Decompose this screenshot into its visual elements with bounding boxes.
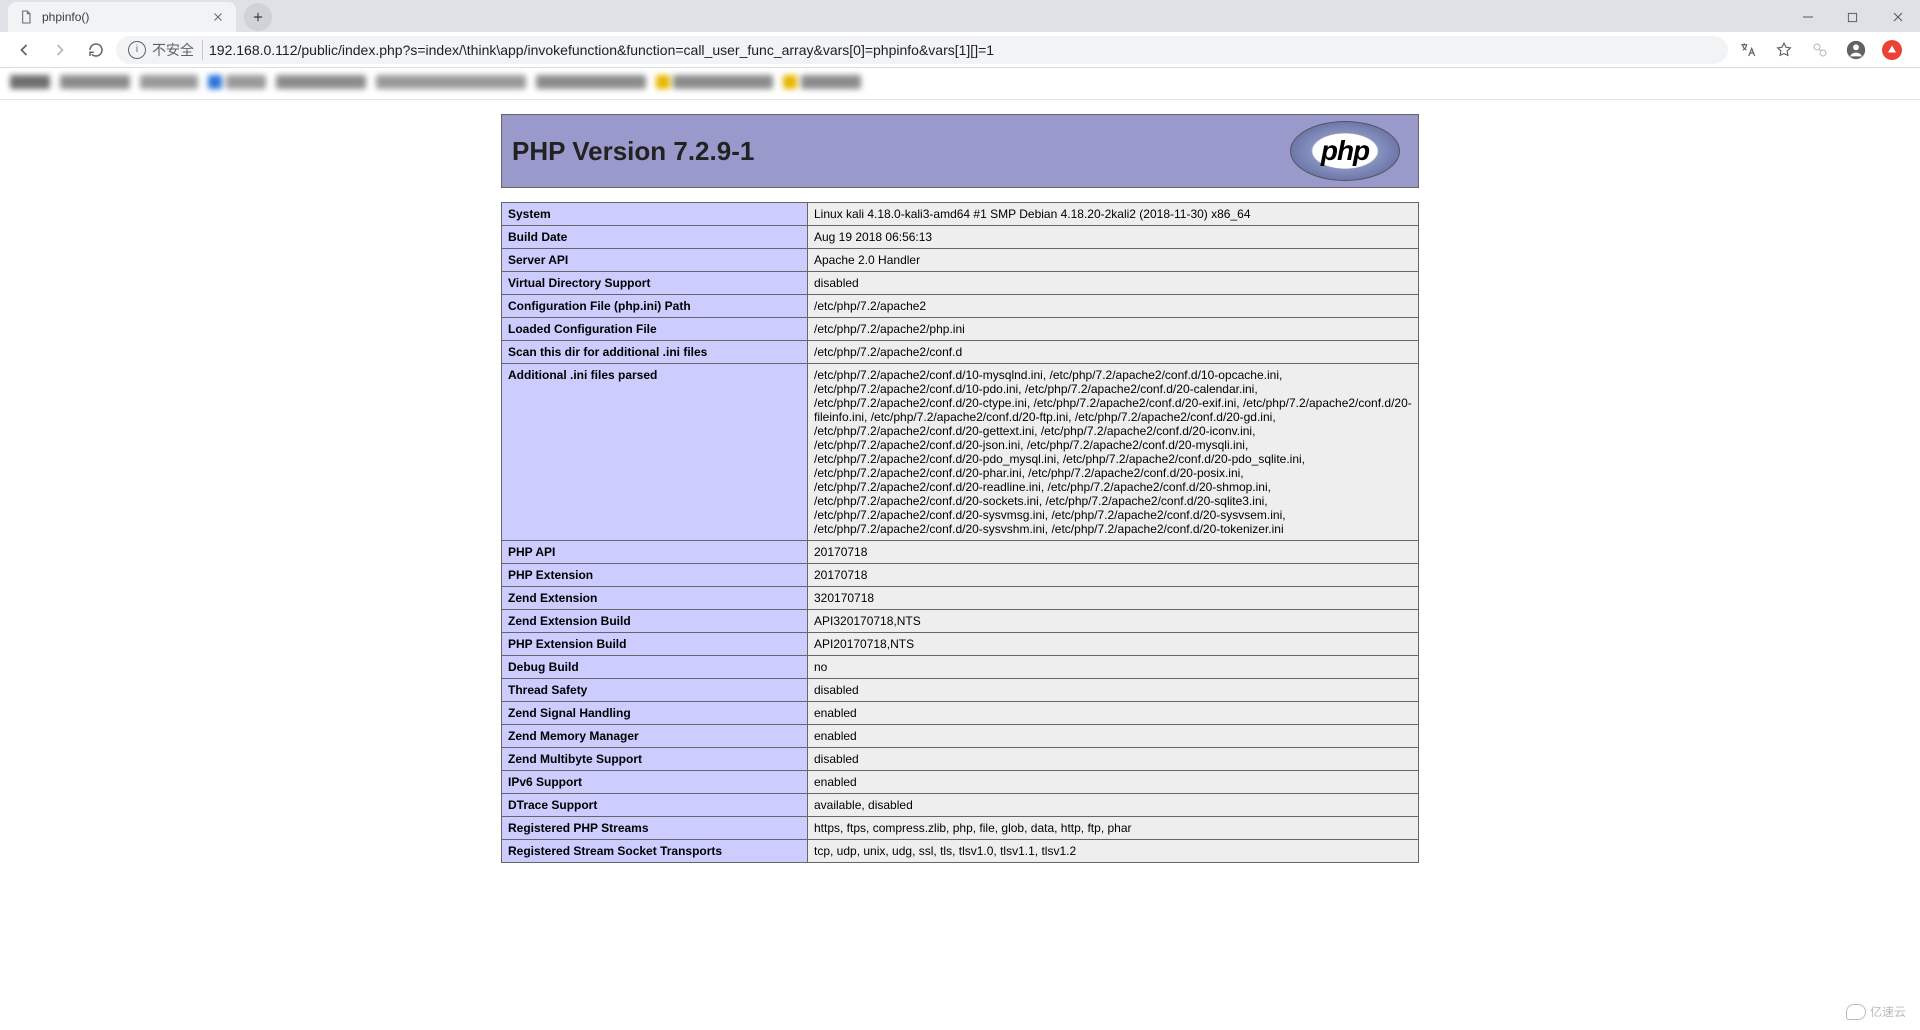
config-name: Server API: [502, 249, 808, 272]
profile-icon[interactable]: [1840, 34, 1872, 66]
close-icon[interactable]: [210, 9, 226, 25]
php-version-title: PHP Version 7.2.9-1: [512, 136, 754, 167]
new-tab-button[interactable]: [244, 3, 272, 31]
table-row: Additional .ini files parsed/etc/php/7.2…: [502, 364, 1419, 541]
table-row: Thread Safetydisabled: [502, 679, 1419, 702]
config-value: /etc/php/7.2/apache2/conf.d: [808, 341, 1419, 364]
config-name: PHP Extension: [502, 564, 808, 587]
table-row: PHP Extension BuildAPI20170718,NTS: [502, 633, 1419, 656]
config-value: no: [808, 656, 1419, 679]
table-row: Configuration File (php.ini) Path/etc/ph…: [502, 295, 1419, 318]
minimize-button[interactable]: [1785, 2, 1830, 32]
config-name: Thread Safety: [502, 679, 808, 702]
config-value: Apache 2.0 Handler: [808, 249, 1419, 272]
config-value: Aug 19 2018 06:56:13: [808, 226, 1419, 249]
config-value: https, ftps, compress.zlib, php, file, g…: [808, 817, 1419, 840]
table-row: Zend Extension320170718: [502, 587, 1419, 610]
table-row: Build DateAug 19 2018 06:56:13: [502, 226, 1419, 249]
phpinfo-table: SystemLinux kali 4.18.0-kali3-amd64 #1 S…: [501, 202, 1419, 863]
table-row: SystemLinux kali 4.18.0-kali3-amd64 #1 S…: [502, 203, 1419, 226]
config-name: Zend Extension Build: [502, 610, 808, 633]
config-value: 20170718: [808, 541, 1419, 564]
table-row: Registered Stream Socket Transportstcp, …: [502, 840, 1419, 863]
config-name: Loaded Configuration File: [502, 318, 808, 341]
address-bar[interactable]: i 不安全 192.168.0.112/public/index.php?s=i…: [116, 36, 1728, 64]
config-name: PHP Extension Build: [502, 633, 808, 656]
config-value: 20170718: [808, 564, 1419, 587]
config-value: /etc/php/7.2/apache2: [808, 295, 1419, 318]
config-name: DTrace Support: [502, 794, 808, 817]
table-row: Scan this dir for additional .ini files/…: [502, 341, 1419, 364]
config-name: Registered Stream Socket Transports: [502, 840, 808, 863]
config-name: Debug Build: [502, 656, 808, 679]
config-value: disabled: [808, 679, 1419, 702]
config-name: Additional .ini files parsed: [502, 364, 808, 541]
table-row: DTrace Supportavailable, disabled: [502, 794, 1419, 817]
config-value: /etc/php/7.2/apache2/conf.d/10-mysqlnd.i…: [808, 364, 1419, 541]
config-value: available, disabled: [808, 794, 1419, 817]
config-value: API20170718,NTS: [808, 633, 1419, 656]
reload-button[interactable]: [80, 34, 112, 66]
config-name: Configuration File (php.ini) Path: [502, 295, 808, 318]
php-logo-icon: php: [1290, 121, 1400, 181]
watermark: 亿速云: [1846, 1003, 1906, 1020]
extension-icon[interactable]: [1804, 34, 1836, 66]
config-name: Registered PHP Streams: [502, 817, 808, 840]
phpinfo-content: PHP Version 7.2.9-1 php SystemLinux kali…: [501, 114, 1419, 863]
tab-title: phpinfo(): [42, 10, 210, 24]
page-viewport[interactable]: PHP Version 7.2.9-1 php SystemLinux kali…: [0, 100, 1920, 1030]
table-row: PHP API20170718: [502, 541, 1419, 564]
site-info-icon[interactable]: i: [128, 41, 146, 59]
config-name: Scan this dir for additional .ini files: [502, 341, 808, 364]
table-row: Loaded Configuration File/etc/php/7.2/ap…: [502, 318, 1419, 341]
table-row: Zend Memory Managerenabled: [502, 725, 1419, 748]
insecure-label: 不安全: [152, 40, 203, 60]
table-row: IPv6 Supportenabled: [502, 771, 1419, 794]
config-value: 320170718: [808, 587, 1419, 610]
bookmark-star-icon[interactable]: [1768, 34, 1800, 66]
config-value: /etc/php/7.2/apache2/php.ini: [808, 318, 1419, 341]
config-name: Zend Multibyte Support: [502, 748, 808, 771]
window-controls: [1785, 2, 1920, 32]
browser-toolbar: i 不安全 192.168.0.112/public/index.php?s=i…: [0, 32, 1920, 68]
config-value: enabled: [808, 771, 1419, 794]
watermark-icon: [1846, 1004, 1866, 1020]
url-text: 192.168.0.112/public/index.php?s=index/\…: [209, 42, 994, 58]
config-name: Virtual Directory Support: [502, 272, 808, 295]
config-value: disabled: [808, 748, 1419, 771]
config-value: Linux kali 4.18.0-kali3-amd64 #1 SMP Deb…: [808, 203, 1419, 226]
table-row: Server APIApache 2.0 Handler: [502, 249, 1419, 272]
watermark-text: 亿速云: [1870, 1003, 1906, 1020]
translate-icon[interactable]: [1732, 34, 1764, 66]
config-name: Zend Extension: [502, 587, 808, 610]
forward-button[interactable]: [44, 34, 76, 66]
table-row: Registered PHP Streamshttps, ftps, compr…: [502, 817, 1419, 840]
config-value: disabled: [808, 272, 1419, 295]
table-row: Virtual Directory Supportdisabled: [502, 272, 1419, 295]
config-value: tcp, udp, unix, udg, ssl, tls, tlsv1.0, …: [808, 840, 1419, 863]
close-window-button[interactable]: [1875, 2, 1920, 32]
table-row: Zend Signal Handlingenabled: [502, 702, 1419, 725]
table-row: Zend Extension BuildAPI320170718,NTS: [502, 610, 1419, 633]
page-icon: [18, 9, 34, 25]
config-name: Zend Signal Handling: [502, 702, 808, 725]
tab-strip: phpinfo(): [0, 0, 1920, 32]
extension-red-icon[interactable]: [1876, 34, 1908, 66]
config-value: API320170718,NTS: [808, 610, 1419, 633]
config-value: enabled: [808, 725, 1419, 748]
maximize-button[interactable]: [1830, 2, 1875, 32]
bookmarks-bar[interactable]: [0, 68, 1920, 100]
back-button[interactable]: [8, 34, 40, 66]
config-value: enabled: [808, 702, 1419, 725]
table-row: PHP Extension20170718: [502, 564, 1419, 587]
phpinfo-header: PHP Version 7.2.9-1 php: [501, 114, 1419, 188]
config-name: IPv6 Support: [502, 771, 808, 794]
config-name: Build Date: [502, 226, 808, 249]
table-row: Debug Buildno: [502, 656, 1419, 679]
config-name: Zend Memory Manager: [502, 725, 808, 748]
config-name: PHP API: [502, 541, 808, 564]
table-row: Zend Multibyte Supportdisabled: [502, 748, 1419, 771]
browser-tab[interactable]: phpinfo(): [8, 2, 236, 32]
config-name: System: [502, 203, 808, 226]
